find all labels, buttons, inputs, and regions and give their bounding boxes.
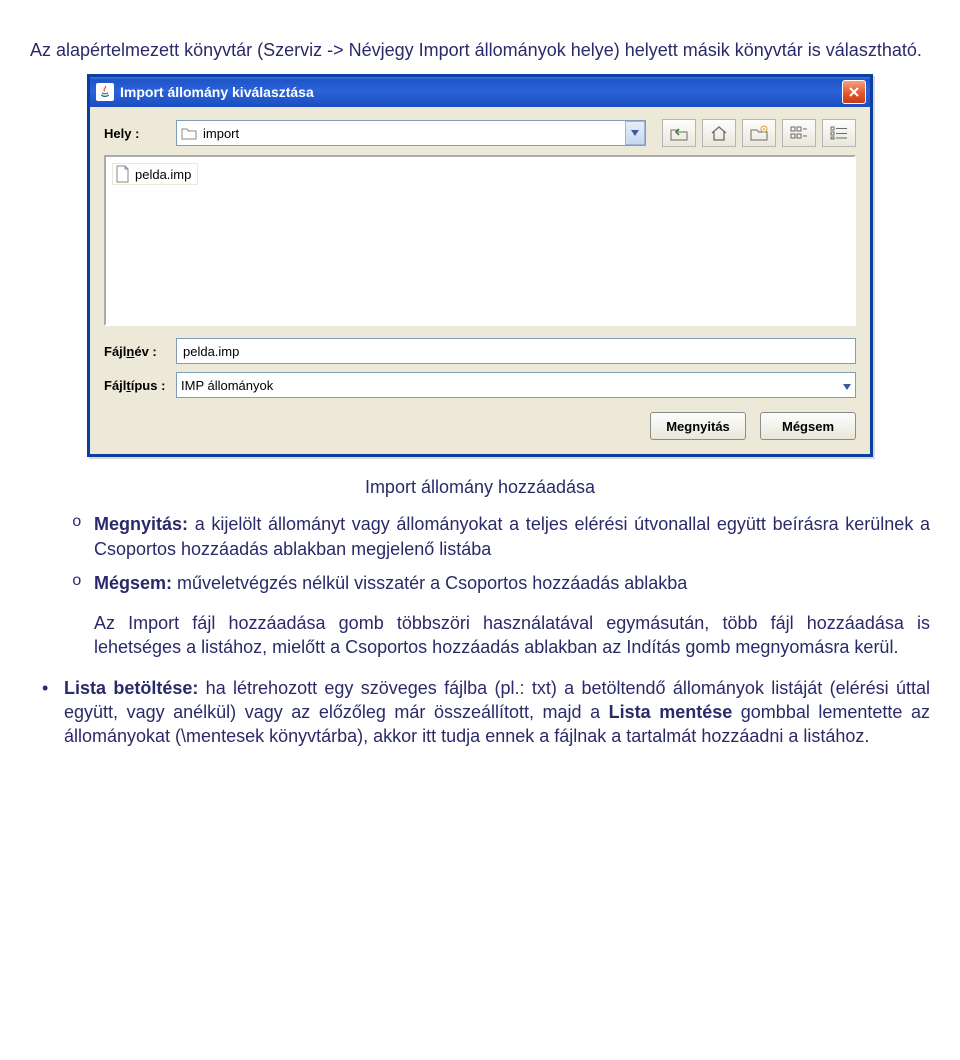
dialog-body: Hely : import ✦ (90, 107, 870, 454)
cancel-button[interactable]: Mégsem (760, 412, 856, 440)
file-icon (115, 165, 130, 183)
home-button[interactable] (702, 119, 736, 147)
close-button[interactable] (842, 80, 866, 104)
list-item: Mégsem: műveletvégzés nélkül visszatér a… (72, 571, 930, 595)
chevron-down-icon[interactable] (625, 121, 645, 145)
filetype-label: Fájltípus : (104, 378, 176, 393)
list-item: Lista betöltése: ha létrehozott egy szöv… (42, 676, 930, 749)
java-icon (96, 83, 114, 101)
bullet-list: Lista betöltése: ha létrehozott egy szöv… (30, 676, 930, 749)
list-view-button[interactable] (782, 119, 816, 147)
location-label: Hely : (104, 126, 176, 141)
explain-list: Megnyitás: a kijelölt állományt vagy áll… (30, 512, 930, 595)
file-item[interactable]: pelda.imp (112, 163, 198, 185)
list-item: Megnyitás: a kijelölt állományt vagy áll… (72, 512, 930, 561)
paragraph: Az Import fájl hozzáadása gomb többszöri… (72, 611, 930, 660)
chevron-down-icon[interactable] (843, 378, 851, 393)
file-item-label: pelda.imp (135, 167, 191, 182)
up-folder-button[interactable] (662, 119, 696, 147)
dialog-title: Import állomány kiválasztása (120, 84, 842, 100)
filename-label: Fájlnév : (104, 344, 176, 359)
filename-input[interactable] (176, 338, 856, 364)
file-chooser-dialog: Import állomány kiválasztása Hely : impo… (87, 74, 873, 457)
location-combo[interactable]: import (176, 120, 646, 146)
filetype-combo[interactable]: IMP állományok (176, 372, 856, 398)
location-value: import (203, 126, 625, 141)
open-button[interactable]: Megnyitás (650, 412, 746, 440)
filetype-value: IMP állományok (181, 378, 843, 393)
svg-text:✦: ✦ (762, 127, 766, 133)
folder-icon (181, 126, 197, 140)
details-view-button[interactable] (822, 119, 856, 147)
titlebar: Import állomány kiválasztása (90, 77, 870, 107)
figure-caption: Import állomány hozzáadása (30, 477, 930, 498)
file-list[interactable]: pelda.imp (104, 155, 856, 326)
intro-paragraph: Az alapértelmezett könyvtár (Szerviz -> … (30, 38, 930, 62)
new-folder-button[interactable]: ✦ (742, 119, 776, 147)
